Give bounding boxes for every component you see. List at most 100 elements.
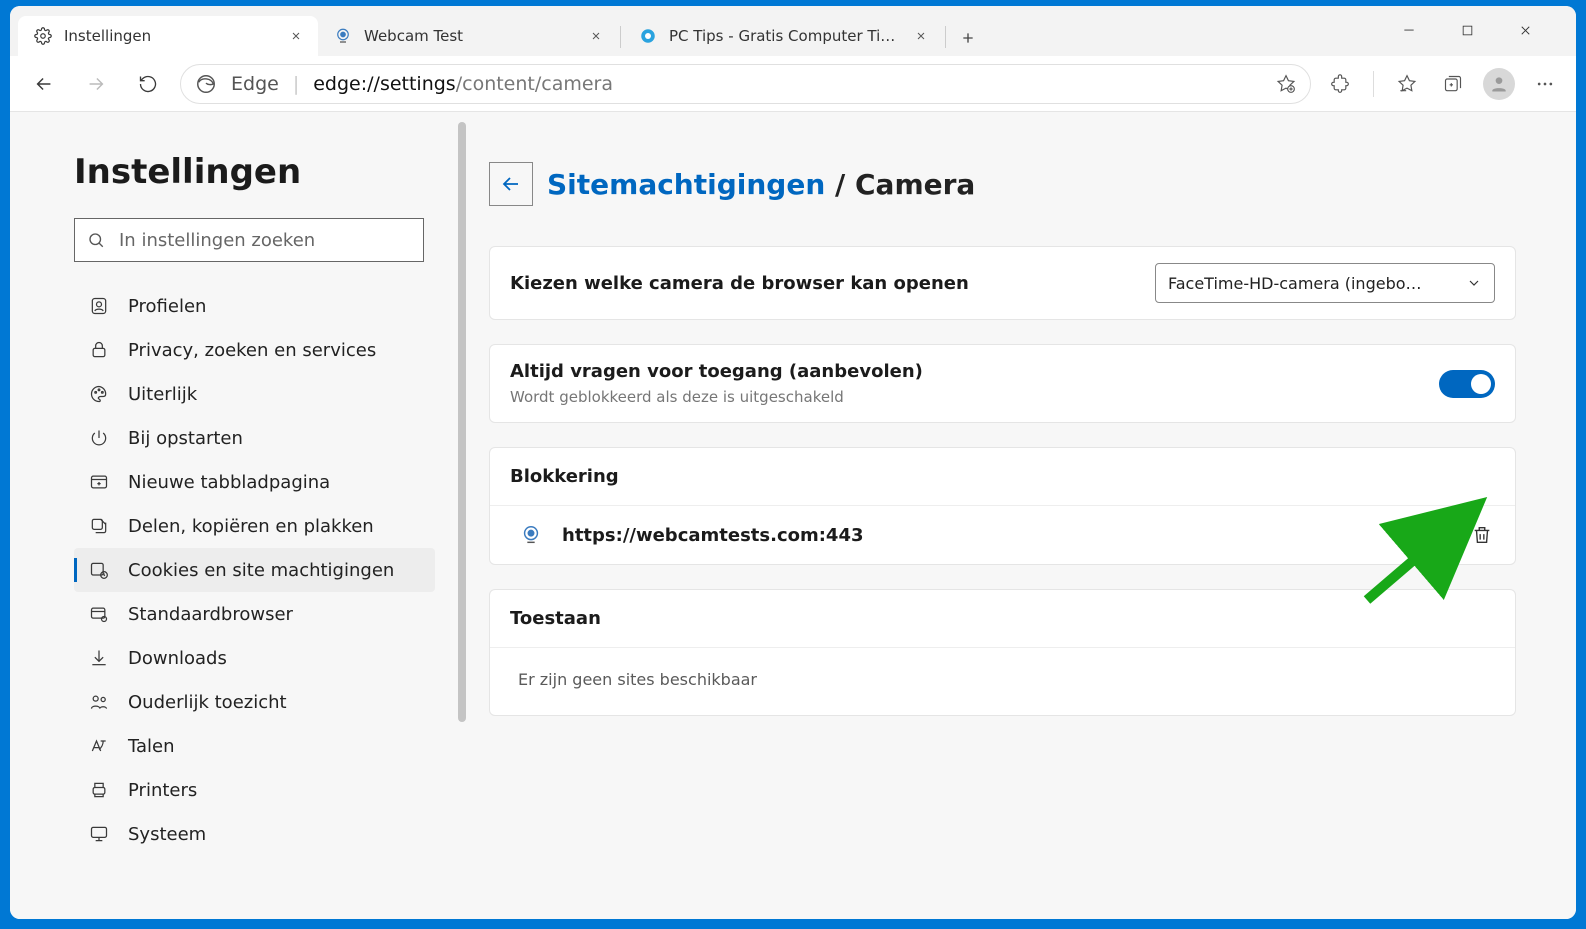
close-icon[interactable] bbox=[588, 28, 604, 44]
sidebar-item-downloads[interactable]: Downloads bbox=[74, 636, 435, 680]
favorites-icon[interactable] bbox=[1390, 67, 1424, 101]
ask-toggle[interactable] bbox=[1439, 370, 1495, 398]
language-icon bbox=[88, 735, 110, 757]
share-icon bbox=[88, 515, 110, 537]
sidebar-item-label: Delen, kopiëren en plakken bbox=[128, 516, 374, 537]
close-icon[interactable] bbox=[913, 28, 929, 44]
breadcrumb-row: Sitemachtigingen / Camera bbox=[489, 162, 1516, 206]
newtab-icon bbox=[88, 471, 110, 493]
new-tab-button[interactable] bbox=[950, 20, 986, 56]
content-area: Instellingen In instellingen zoeken Prof… bbox=[10, 112, 1576, 919]
address-product-label: Edge bbox=[231, 73, 279, 95]
ask-before-access-card: Altijd vragen voor toegang (aanbevolen) … bbox=[489, 344, 1516, 423]
favorite-add-icon[interactable] bbox=[1276, 74, 1296, 94]
sidebar-scrollbar[interactable] bbox=[455, 112, 469, 919]
browser-icon bbox=[88, 603, 110, 625]
sidebar-item-label: Bij opstarten bbox=[128, 428, 243, 449]
breadcrumb-sep: / bbox=[825, 168, 855, 201]
address-url: edge://settings/content/camera bbox=[313, 73, 613, 95]
sidebar-item-privacy[interactable]: Privacy, zoeken en services bbox=[74, 328, 435, 372]
tab-webcam-test[interactable]: Webcam Test bbox=[318, 16, 618, 56]
breadcrumb-current: Camera bbox=[855, 168, 975, 201]
window-controls bbox=[1394, 15, 1568, 53]
blocked-site-url[interactable]: https://webcamtests.com:443 bbox=[562, 525, 864, 546]
sidebar-item-systeem[interactable]: Systeem bbox=[74, 812, 435, 856]
avatar-icon bbox=[1483, 68, 1515, 100]
maximize-button[interactable] bbox=[1452, 15, 1482, 45]
settings-heading: Instellingen bbox=[74, 152, 435, 192]
forward-button[interactable] bbox=[76, 64, 116, 104]
delete-blocked-site-button[interactable] bbox=[1469, 522, 1495, 548]
refresh-button[interactable] bbox=[128, 64, 168, 104]
address-divider: | bbox=[293, 73, 299, 95]
sidebar-item-delen[interactable]: Delen, kopiëren en plakken bbox=[74, 504, 435, 548]
camera-picker-card: Kiezen welke camera de browser kan opene… bbox=[489, 246, 1516, 320]
power-icon bbox=[88, 427, 110, 449]
chevron-down-icon bbox=[1466, 275, 1482, 291]
site-icon bbox=[637, 25, 659, 47]
camera-select[interactable]: FaceTime-HD-camera (ingebo… bbox=[1155, 263, 1495, 303]
sidebar-item-label: Privacy, zoeken en services bbox=[128, 340, 376, 361]
toolbar: Edge | edge://settings/content/camera bbox=[10, 56, 1576, 112]
minimize-button[interactable] bbox=[1394, 15, 1424, 45]
settings-main: Sitemachtigingen / Camera Kiezen welke c… bbox=[469, 112, 1576, 919]
sidebar-item-profielen[interactable]: Profielen bbox=[74, 284, 435, 328]
webcam-icon bbox=[520, 524, 542, 546]
allow-section-heading: Toestaan bbox=[490, 590, 1515, 648]
edge-logo-icon bbox=[195, 73, 217, 95]
allow-section-card: Toestaan Er zijn geen sites beschikbaar bbox=[489, 589, 1516, 716]
blocked-site-row: https://webcamtests.com:443 bbox=[490, 506, 1515, 564]
breadcrumb-link[interactable]: Sitemachtigingen bbox=[547, 168, 825, 201]
tab-title: Instellingen bbox=[64, 27, 278, 45]
permissions-icon bbox=[88, 559, 110, 581]
family-icon bbox=[88, 691, 110, 713]
camera-select-value: FaceTime-HD-camera (ingebo… bbox=[1168, 274, 1422, 293]
ask-toggle-subtitle: Wordt geblokkeerd als deze is uitgeschak… bbox=[510, 388, 923, 406]
ask-toggle-title: Altijd vragen voor toegang (aanbevolen) bbox=[510, 361, 923, 382]
download-icon bbox=[88, 647, 110, 669]
tab-pctips[interactable]: PC Tips - Gratis Computer Tips, i… bbox=[623, 16, 943, 56]
more-menu-button[interactable] bbox=[1528, 67, 1562, 101]
sidebar-item-nieuwetab[interactable]: Nieuwe tabbladpagina bbox=[74, 460, 435, 504]
sidebar-item-uiterlijk[interactable]: Uiterlijk bbox=[74, 372, 435, 416]
sidebar-item-label: Profielen bbox=[128, 296, 206, 317]
back-button[interactable] bbox=[24, 64, 64, 104]
printer-icon bbox=[88, 779, 110, 801]
gear-icon bbox=[32, 25, 54, 47]
sidebar-item-opstarten[interactable]: Bij opstarten bbox=[74, 416, 435, 460]
sidebar-item-cookies[interactable]: Cookies en site machtigingen bbox=[74, 548, 435, 592]
tab-separator bbox=[945, 26, 946, 48]
tab-separator bbox=[620, 26, 621, 48]
sidebar-item-talen[interactable]: Talen bbox=[74, 724, 435, 768]
profile-icon bbox=[88, 295, 110, 317]
sidebar-item-label: Nieuwe tabbladpagina bbox=[128, 472, 330, 493]
settings-search-input[interactable]: In instellingen zoeken bbox=[74, 218, 424, 262]
close-window-button[interactable] bbox=[1510, 15, 1540, 45]
system-icon bbox=[88, 823, 110, 845]
scrollbar-thumb[interactable] bbox=[458, 122, 466, 722]
browser-window: Instellingen Webcam Test PC Tips - Grati… bbox=[10, 6, 1576, 919]
sidebar-item-standaardbrowser[interactable]: Standaardbrowser bbox=[74, 592, 435, 636]
lock-icon bbox=[88, 339, 110, 361]
tab-strip: Instellingen Webcam Test PC Tips - Grati… bbox=[10, 6, 1576, 56]
sidebar-item-ouderlijk[interactable]: Ouderlijk toezicht bbox=[74, 680, 435, 724]
sidebar-item-printers[interactable]: Printers bbox=[74, 768, 435, 812]
close-icon[interactable] bbox=[288, 28, 304, 44]
sidebar-item-label: Printers bbox=[128, 780, 197, 801]
breadcrumb: Sitemachtigingen / Camera bbox=[547, 168, 975, 201]
webcam-icon bbox=[332, 25, 354, 47]
profile-button[interactable] bbox=[1482, 67, 1516, 101]
tab-title: PC Tips - Gratis Computer Tips, i… bbox=[669, 27, 903, 45]
sidebar-item-label: Cookies en site machtigingen bbox=[128, 560, 394, 581]
sidebar-item-label: Standaardbrowser bbox=[128, 604, 293, 625]
address-bar[interactable]: Edge | edge://settings/content/camera bbox=[180, 64, 1311, 104]
sidebar-item-label: Systeem bbox=[128, 824, 206, 845]
settings-nav: Profielen Privacy, zoeken en services Ui… bbox=[74, 284, 435, 856]
collections-icon[interactable] bbox=[1436, 67, 1470, 101]
tab-settings[interactable]: Instellingen bbox=[18, 16, 318, 56]
extensions-icon[interactable] bbox=[1323, 67, 1357, 101]
settings-sidebar: Instellingen In instellingen zoeken Prof… bbox=[10, 112, 455, 919]
sidebar-item-label: Uiterlijk bbox=[128, 384, 197, 405]
breadcrumb-back-button[interactable] bbox=[489, 162, 533, 206]
block-section-heading: Blokkering bbox=[490, 448, 1515, 506]
